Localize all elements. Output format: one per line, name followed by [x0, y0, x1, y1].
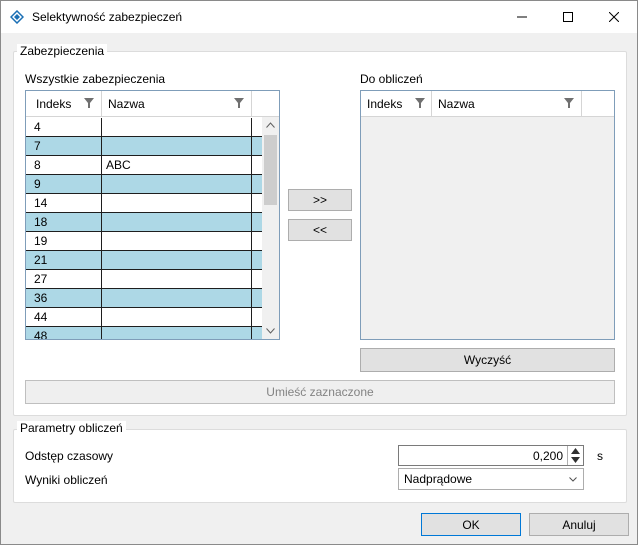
cell-index: 48: [30, 327, 102, 339]
spin-up-icon[interactable]: [571, 448, 580, 454]
column-header-index[interactable]: Indeks: [361, 91, 432, 117]
securities-group-title: Zabezpieczenia: [17, 44, 108, 58]
dialog-window: Selektywność zabezpieczeń Zabezpieczenia…: [0, 0, 638, 545]
maximize-button[interactable]: [545, 1, 591, 33]
column-header-index[interactable]: Indeks: [30, 91, 102, 117]
column-header-label: Nazwa: [108, 97, 145, 111]
ok-button[interactable]: OK: [421, 513, 521, 536]
for-calculation-grid[interactable]: Indeks Nazwa: [360, 90, 615, 340]
column-header-label: Indeks: [36, 97, 72, 111]
table-row[interactable]: 44: [26, 308, 262, 327]
cell-name: [102, 118, 252, 136]
cell-name: ABC: [102, 156, 252, 174]
params-group: [13, 429, 627, 503]
cell-name: [102, 137, 252, 155]
cell-name: [102, 175, 252, 193]
vertical-scrollbar[interactable]: [262, 117, 279, 339]
place-selected-button[interactable]: Umieść zaznaczone: [25, 380, 615, 404]
title-bar[interactable]: Selektywność zabezpieczeń: [1, 1, 637, 33]
cell-index: 14: [30, 194, 102, 212]
filter-icon[interactable]: [564, 98, 574, 108]
scroll-down-icon[interactable]: [266, 328, 275, 334]
cell-index: 36: [30, 289, 102, 307]
app-icon: [10, 10, 24, 24]
params-group-title: Parametry obliczeń: [17, 421, 126, 435]
cell-name: [102, 270, 252, 288]
maximize-icon: [563, 12, 573, 22]
table-row[interactable]: 4: [26, 118, 262, 137]
cell-index: 18: [30, 213, 102, 231]
minimize-icon: [517, 16, 527, 18]
for-calculation-label: Do obliczeń: [360, 72, 423, 86]
table-row[interactable]: 8 ABC: [26, 156, 262, 175]
table-row[interactable]: 27: [26, 270, 262, 289]
chevron-down-icon[interactable]: [569, 477, 577, 482]
table-row[interactable]: 48: [26, 327, 262, 339]
cell-name: [102, 232, 252, 250]
cell-index: 9: [30, 175, 102, 193]
column-header-name[interactable]: Nazwa: [102, 91, 252, 117]
cell-index: 7: [30, 137, 102, 155]
table-row[interactable]: 9: [26, 175, 262, 194]
table-row[interactable]: 21: [26, 251, 262, 270]
cell-name: [102, 308, 252, 326]
results-selected-value: Nadprądowe: [404, 472, 473, 486]
cell-index: 44: [30, 308, 102, 326]
close-icon: [609, 12, 619, 22]
table-row[interactable]: 14: [26, 194, 262, 213]
all-securities-grid[interactable]: Indeks Nazwa 4 7 8 ABC 9 14 18 19 21 27 36 44 48: [25, 90, 280, 340]
clear-button[interactable]: Wyczyść: [360, 348, 615, 372]
time-step-unit: s: [597, 449, 603, 463]
time-step-value[interactable]: 0,200: [533, 449, 563, 463]
grid-header: Indeks Nazwa: [361, 91, 614, 117]
cell-index: 21: [30, 251, 102, 269]
move-left-button[interactable]: <<: [288, 219, 352, 241]
time-step-stepper[interactable]: 0,200: [398, 445, 584, 466]
table-row[interactable]: 36: [26, 289, 262, 308]
results-label: Wyniki obliczeń: [25, 473, 108, 487]
filter-icon[interactable]: [84, 98, 94, 108]
cell-name: [102, 327, 252, 339]
minimize-button[interactable]: [499, 1, 545, 33]
column-header-name[interactable]: Nazwa: [432, 91, 582, 117]
stepper-buttons: [567, 446, 583, 465]
cell-index: 27: [30, 270, 102, 288]
table-row[interactable]: 19: [26, 232, 262, 251]
cell-index: 4: [30, 118, 102, 136]
results-select[interactable]: Nadprądowe: [398, 468, 584, 490]
filter-icon[interactable]: [415, 98, 425, 108]
cell-index: 8: [30, 156, 102, 174]
cancel-button[interactable]: Anuluj: [529, 513, 629, 536]
all-securities-label: Wszystkie zabezpieczenia: [25, 72, 166, 86]
cell-index: 19: [30, 232, 102, 250]
close-button[interactable]: [591, 1, 637, 33]
filter-icon[interactable]: [234, 98, 244, 108]
scroll-thumb[interactable]: [264, 135, 277, 205]
window-title: Selektywność zabezpieczeń: [32, 10, 183, 24]
table-row[interactable]: 18: [26, 213, 262, 232]
table-row[interactable]: 7: [26, 137, 262, 156]
grid-header: Indeks Nazwa: [26, 91, 279, 117]
move-right-button[interactable]: >>: [288, 189, 352, 211]
column-header-label: Indeks: [367, 97, 403, 111]
cell-name: [102, 289, 252, 307]
cell-name: [102, 251, 252, 269]
column-header-label: Nazwa: [438, 97, 475, 111]
cell-name: [102, 213, 252, 231]
cell-name: [102, 194, 252, 212]
scroll-up-icon[interactable]: [266, 122, 275, 128]
time-step-label: Odstęp czasowy: [25, 449, 114, 463]
spin-down-icon[interactable]: [571, 457, 580, 463]
